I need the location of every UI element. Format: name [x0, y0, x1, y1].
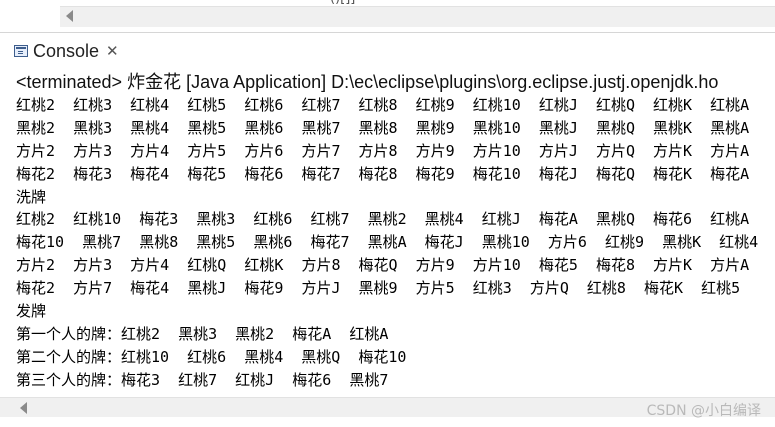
tab-console[interactable]: Console ✕	[8, 37, 129, 65]
console-line: 方片2 方片3 方片4 方片5 方片6 方片7 方片8 方片9 方片10 方片J…	[16, 141, 750, 160]
console-output[interactable]: 红桃2 红桃3 红桃4 红桃5 红桃6 红桃7 红桃8 红桃9 红桃10 红桃J…	[16, 94, 775, 394]
console-line: 梅花2 梅花3 梅花4 梅花5 梅花6 梅花7 梅花8 梅花9 梅花10 梅花J…	[16, 164, 750, 183]
watermark: CSDN @小白编译	[646, 403, 761, 419]
console-line: 洗牌	[16, 187, 47, 206]
upper-horizontal-scrollbar[interactable]	[60, 6, 775, 27]
console-line: 梅花2 方片7 梅花4 黑桃J 梅花9 方片J 黑桃9 方片5 红桃3 方片Q …	[16, 279, 741, 298]
console-status-line: <terminated> 炸金花 [Java Application] D:\e…	[16, 72, 719, 92]
console-line: 第三个人的牌：梅花3 红桃7 红桃J 梅花6 黑桃7	[16, 370, 389, 389]
console-line: 第一个人的牌：红桃2 黑桃3 黑桃2 梅花A 红桃A	[16, 324, 389, 343]
console-line: 红桃2 红桃3 红桃4 红桃5 红桃6 红桃7 红桃8 红桃9 红桃10 红桃J…	[16, 96, 750, 114]
console-line: 第二个人的牌：红桃10 红桃6 黑桃4 黑桃Q 梅花10	[16, 347, 407, 366]
scroll-left-arrow-icon[interactable]	[66, 10, 73, 22]
tab-console-label: Console	[33, 40, 100, 61]
console-line: 梅花10 黑桃7 黑桃8 黑桃5 黑桃6 梅花7 黑桃A 梅花J 黑桃10 方片…	[16, 233, 759, 252]
upper-panel-remnant: ()[]]	[0, 0, 775, 33]
console-line: 发牌	[16, 302, 47, 321]
console-line: 黑桃2 黑桃3 黑桃4 黑桃5 黑桃6 黑桃7 黑桃8 黑桃9 黑桃10 黑桃J…	[16, 118, 750, 137]
close-icon[interactable]: ✕	[106, 42, 119, 60]
console-line: 红桃2 红桃10 梅花3 黑桃3 红桃6 红桃7 黑桃2 黑桃4 红桃J 梅花A…	[16, 210, 750, 229]
scroll-left-arrow-icon[interactable]	[20, 402, 27, 414]
view-tab-bar: Console ✕	[0, 33, 775, 67]
console-icon	[14, 45, 28, 57]
console-line: 方片2 方片3 方片4 红桃Q 红桃K 方片8 梅花Q 方片9 方片10 梅花5…	[16, 256, 750, 275]
